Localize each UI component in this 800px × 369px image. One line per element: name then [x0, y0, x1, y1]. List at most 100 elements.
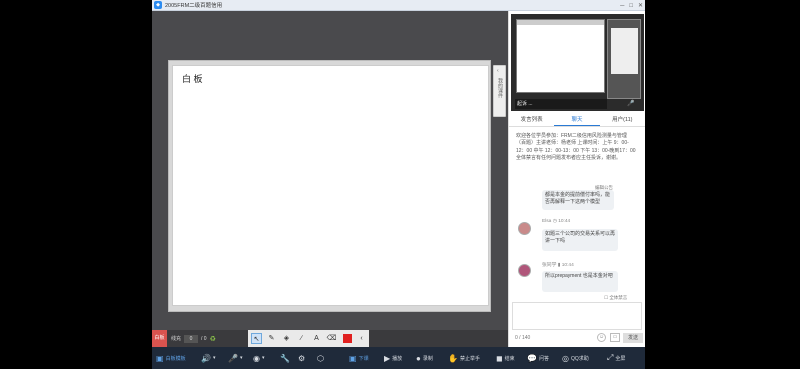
message-user: Elsa: [542, 219, 552, 224]
message-meta: 张同学 ▮ 10:44: [542, 261, 574, 268]
character-counter: 0 / 140: [515, 335, 531, 341]
video-screen: [516, 19, 605, 93]
class-end-button[interactable]: ▣ 下课: [349, 347, 369, 369]
message-user: 张同学: [542, 263, 557, 268]
shape-tool-icon[interactable]: ◈: [281, 333, 292, 344]
qa-button[interactable]: 💬 问答: [527, 347, 549, 369]
whiteboard-mode-icon: ▣: [156, 353, 164, 363]
gear-icon: ⚙: [298, 353, 306, 363]
chat-message: 都是本金的提前偿付率吗，能否再解释一下这两个模型: [542, 190, 614, 210]
tools-button[interactable]: 🔧: [280, 347, 290, 369]
page-indicator: 线充 0 / 0 ♻: [171, 330, 216, 347]
tab-users[interactable]: 用户(11): [600, 114, 645, 126]
record-button[interactable]: ● 录制: [416, 347, 433, 369]
right-panel: 起诉 ... 🎤 发言列表 聊天 用户(11) 欢迎各位学员参加：FRM二级信用…: [508, 11, 645, 347]
image-icon[interactable]: ▭: [610, 333, 620, 342]
video-caption: 起诉 ...: [515, 99, 607, 109]
whiteboard-button[interactable]: 白板: [152, 330, 167, 347]
qq-icon: ◎: [562, 353, 569, 363]
phone-icon: ▮: [557, 263, 561, 268]
page-input[interactable]: 0: [184, 334, 199, 343]
tab-chat[interactable]: 聊天: [554, 114, 600, 126]
toolbar-collapse-icon[interactable]: ‹: [356, 333, 367, 344]
whiteboard-stage: 白 板 ‹ 我的课件: [152, 11, 509, 330]
page-total: / 0: [201, 335, 207, 342]
window-title: 2005FRM二级百题信用: [165, 3, 223, 9]
letterbox-left: [0, 0, 152, 369]
tab-speakers[interactable]: 发言列表: [509, 114, 554, 126]
fullscreen-label: 全屏: [615, 355, 626, 362]
mute-all-label: 全体禁言: [609, 295, 628, 300]
message-time: 10:44: [558, 219, 571, 224]
qa-label: 问答: [538, 355, 549, 362]
chat-area[interactable]: 欢迎各位学员参加：FRM二级信用风险测量与管理（百题）主讲老师：杨老师 上课时间…: [509, 128, 645, 303]
page-label: 线充: [171, 336, 182, 342]
camera-icon: ◉: [253, 353, 260, 363]
ban-hands-button[interactable]: ✋ 禁止举手: [448, 347, 480, 369]
refresh-icon[interactable]: ♻: [210, 335, 216, 343]
clock-icon: ◷: [552, 219, 557, 224]
courseware-side-tab[interactable]: ‹ 我的课件: [493, 65, 506, 117]
panel-tabs: 发言列表 聊天 用户(11): [509, 114, 645, 127]
text-tool-icon[interactable]: A: [311, 333, 322, 344]
end-label: 结束: [504, 355, 515, 362]
whiteboard-mode-button[interactable]: ▣ 白板模板: [156, 347, 186, 369]
maximize-button[interactable]: □: [629, 3, 633, 9]
camera-button[interactable]: ◉ ▾: [253, 347, 265, 369]
whiteboard-frame: 白 板: [168, 60, 491, 312]
class-end-icon: ▣: [349, 353, 357, 363]
video-thumbnail[interactable]: [607, 19, 641, 99]
color-swatch[interactable]: [343, 334, 352, 343]
play-icon: ▶: [384, 353, 391, 363]
chat-bubble-icon: 💬: [527, 353, 537, 363]
chat-message: 所以prepayment 也是本金对吧: [542, 271, 618, 292]
hand-icon: ✋: [448, 353, 458, 363]
end-button[interactable]: ◼ 结束: [496, 347, 515, 369]
qq-help-button[interactable]: ◎ QQ求助: [562, 347, 589, 369]
chat-input[interactable]: [512, 302, 642, 330]
record-icon: ●: [416, 353, 421, 363]
close-button[interactable]: ✕: [638, 2, 643, 9]
line-tool-icon[interactable]: ∕: [296, 333, 307, 344]
announcement-text: 欢迎各位学员参加：FRM二级信用风险测量与管理（百题）主讲老师：杨老师 上课时间…: [516, 133, 636, 162]
microphone-icon: 🎤: [627, 101, 635, 107]
send-button[interactable]: 发送: [623, 333, 643, 343]
mute-all-toggle[interactable]: ☐ 全体禁言: [604, 295, 627, 301]
chevron-left-icon: ‹: [497, 68, 499, 74]
drawing-tools: ↖ ✎ ◈ ∕ A ⌫ ‹: [248, 330, 369, 347]
courseware-tab-label: 我的课件: [497, 78, 503, 98]
message-time: 10:44: [561, 263, 574, 268]
fullscreen-button[interactable]: ⤢ 全屏: [607, 347, 625, 369]
emoji-icon[interactable]: ☺: [597, 333, 606, 342]
window-controls: ─ □ ✕: [620, 0, 643, 11]
message-meta: Elsa ◷ 10:44: [542, 219, 570, 224]
share-button[interactable]: ⬡: [317, 347, 324, 369]
settings-button[interactable]: ⚙: [298, 347, 305, 369]
letterbox-right: [645, 0, 800, 369]
play-button[interactable]: ▶ 播放: [384, 347, 402, 369]
speaker-dropdown-icon: ▾: [212, 355, 216, 361]
record-label: 录制: [422, 355, 433, 362]
chat-message: 如题三个公司的交易关系可以再讲一下吗: [542, 229, 618, 251]
play-label: 播放: [392, 355, 403, 362]
stop-icon: ◼: [496, 353, 503, 363]
microphone-button[interactable]: 🎤 ▾: [228, 347, 242, 369]
eraser-tool-icon[interactable]: ⌫: [326, 333, 337, 344]
qq-help-label: QQ求助: [570, 355, 589, 362]
share-icon: ⬡: [317, 353, 324, 363]
camera-dropdown-icon: ▾: [261, 355, 265, 361]
teacher-video[interactable]: 起诉 ... 🎤: [511, 14, 644, 111]
speaker-icon: 🔊: [201, 353, 211, 363]
whiteboard-canvas[interactable]: 白 板: [172, 65, 489, 306]
drawing-toolbar: 白板 线充 0 / 0 ♻ ↖ ✎ ◈ ∕ A ⌫ ‹: [152, 330, 509, 347]
microphone-icon: 🎤: [228, 353, 238, 363]
wrench-icon: 🔧: [280, 353, 290, 363]
minimize-button[interactable]: ─: [620, 3, 624, 9]
select-tool-icon[interactable]: ↖: [251, 333, 262, 344]
speaker-button[interactable]: 🔊 ▾: [201, 347, 215, 369]
pen-tool-icon[interactable]: ✎: [266, 333, 277, 344]
fullscreen-icon: ⤢: [607, 353, 614, 362]
app-logo-icon: ◆: [154, 1, 162, 9]
whiteboard-title: 白 板: [182, 74, 203, 84]
class-end-label: 下课: [358, 355, 369, 362]
